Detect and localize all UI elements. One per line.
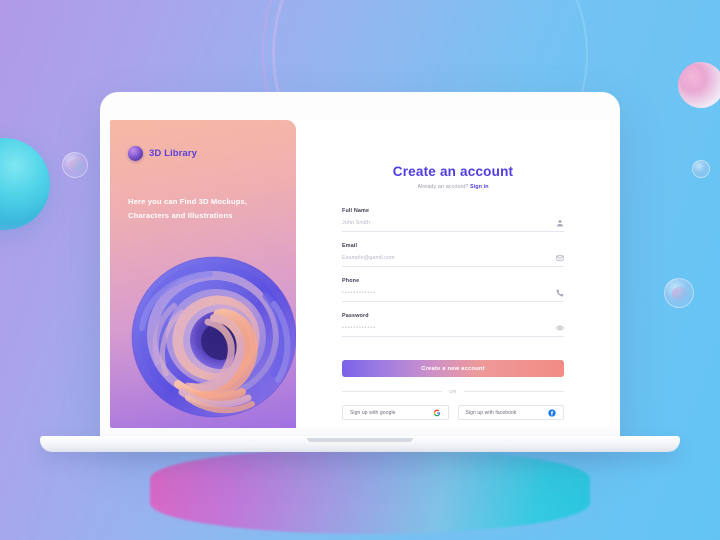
person-icon bbox=[556, 219, 564, 227]
field-label: Password bbox=[342, 313, 369, 319]
field-label: Phone bbox=[342, 278, 360, 284]
or-divider: OR bbox=[342, 389, 564, 394]
field-label: Full Name bbox=[342, 208, 370, 214]
signup-google-button[interactable]: Sign up with google bbox=[342, 405, 449, 420]
social-label: Sign up with google bbox=[350, 409, 396, 416]
signin-link[interactable]: Sign in bbox=[470, 184, 489, 190]
page-title: Create an account bbox=[392, 164, 514, 179]
decorative-pedestal bbox=[150, 448, 590, 534]
social-signup-row: Sign up with google Sign up with faceboo… bbox=[342, 405, 564, 420]
decorative-sphere-cyan bbox=[0, 138, 50, 230]
social-label: Sign up with facebook bbox=[465, 409, 517, 416]
tagline-line-1: Here you can Find 3D Mockups, bbox=[128, 197, 248, 206]
phone-input[interactable]: •••••••••••• bbox=[342, 289, 564, 302]
field-value: Example@gamil.com bbox=[342, 255, 395, 261]
decorative-bubble bbox=[664, 278, 694, 308]
field-phone: Phone •••••••••••• bbox=[342, 278, 564, 302]
3d-swirl-torus-illustration bbox=[118, 242, 296, 428]
envelope-icon bbox=[556, 254, 564, 262]
field-value: John Smith bbox=[342, 220, 370, 226]
brand-logo[interactable]: 3D Library bbox=[110, 120, 296, 161]
phone-icon bbox=[556, 289, 564, 297]
promo-tagline: Here you can Find 3D Mockups, Characters… bbox=[110, 161, 296, 224]
signin-prompt-text: Already an account? bbox=[417, 184, 469, 190]
laptop-notch bbox=[307, 438, 413, 442]
signup-facebook-button[interactable]: Sign up with facebook bbox=[457, 405, 564, 420]
field-value: •••••••••••• bbox=[342, 290, 377, 296]
signup-form-panel: Create an account Already an account? Si… bbox=[296, 120, 610, 428]
laptop-base bbox=[40, 436, 680, 452]
email-input[interactable]: Example@gamil.com bbox=[342, 254, 564, 267]
sphere-logo-icon bbox=[128, 146, 143, 161]
decorative-bubble bbox=[692, 160, 710, 178]
promo-panel: 3D Library Here you can Find 3D Mockups,… bbox=[110, 120, 296, 428]
field-full-name: Full Name John Smith bbox=[342, 208, 564, 232]
google-icon bbox=[433, 409, 441, 417]
divider-line-right bbox=[463, 391, 564, 392]
tagline-line-2: Characters and Illustrations bbox=[128, 211, 233, 221]
decorative-bubble bbox=[62, 152, 88, 178]
decorative-sphere-pink bbox=[678, 62, 720, 108]
laptop-mockup: 3D Library Here you can Find 3D Mockups,… bbox=[40, 92, 680, 452]
password-input[interactable]: •••••••••••• bbox=[342, 324, 564, 337]
eye-icon[interactable] bbox=[556, 324, 564, 332]
field-email: Email Example@gamil.com bbox=[342, 243, 564, 267]
divider-line-left bbox=[342, 391, 443, 392]
field-label: Email bbox=[342, 243, 358, 249]
form-fields: Full Name John Smith Email Example@gamil… bbox=[342, 208, 564, 337]
laptop-screen: 3D Library Here you can Find 3D Mockups,… bbox=[110, 120, 610, 428]
create-account-button[interactable]: Create a new account bbox=[342, 360, 564, 377]
full-name-input[interactable]: John Smith bbox=[342, 219, 564, 232]
divider-label: OR bbox=[449, 389, 457, 394]
brand-name: 3D Library bbox=[149, 148, 197, 159]
field-value: •••••••••••• bbox=[342, 325, 377, 331]
laptop-lid: 3D Library Here you can Find 3D Mockups,… bbox=[100, 92, 620, 442]
facebook-icon bbox=[548, 408, 556, 417]
signin-prompt: Already an account? Sign in bbox=[342, 184, 564, 190]
field-password: Password •••••••••••• bbox=[342, 313, 564, 337]
